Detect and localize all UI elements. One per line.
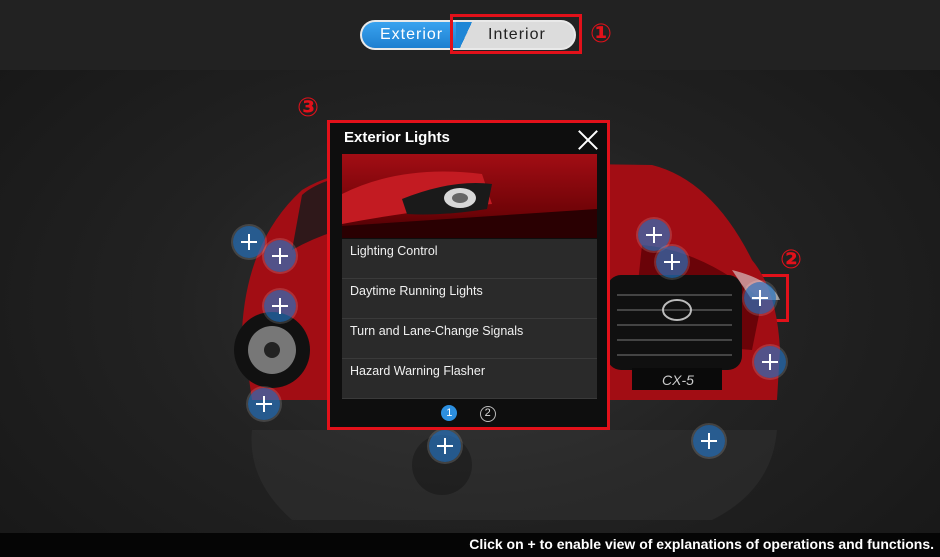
instruction-text: Click on + to enable view of explanation… [469,536,934,552]
viewer-stage: Exterior Interior ① ② ③ CX-5 Exterior Li… [0,0,940,557]
hotspot-plus-icon[interactable] [429,430,461,462]
list-item[interactable]: Hazard Warning Flasher [342,359,597,399]
car-badge: CX-5 [662,372,694,388]
close-icon[interactable] [577,129,599,151]
hotspot-plus-icon[interactable] [656,246,688,278]
page-1-button[interactable]: 1 [441,405,458,421]
popup-title: Exterior Lights [344,129,450,146]
annotation-marker-1: ① [590,18,613,48]
list-item[interactable]: Turn and Lane-Change Signals [342,319,597,359]
hotspot-plus-icon[interactable] [744,282,776,314]
list-item[interactable]: Daytime Running Lights [342,279,597,319]
hotspot-plus-icon[interactable] [233,226,265,258]
headlight-image [342,154,597,238]
page-2-button[interactable]: 2 [479,406,496,422]
feature-list: Lighting Control Daytime Running Lights … [342,239,597,399]
hotspot-plus-icon[interactable] [264,240,296,272]
hotspot-plus-icon[interactable] [248,388,280,420]
exterior-lights-popup: Exterior Lights Lighting Control Daytime… [327,120,610,430]
footer-bar: Click on + to enable view of explanation… [0,533,940,557]
pagination: 1 2 [330,403,607,422]
hotspot-plus-icon[interactable] [264,290,296,322]
hotspot-plus-icon[interactable] [693,425,725,457]
annotation-box-1 [450,14,582,54]
list-item[interactable]: Lighting Control [342,239,597,279]
hotspot-plus-icon[interactable] [754,346,786,378]
annotation-marker-3: ③ [297,92,320,122]
